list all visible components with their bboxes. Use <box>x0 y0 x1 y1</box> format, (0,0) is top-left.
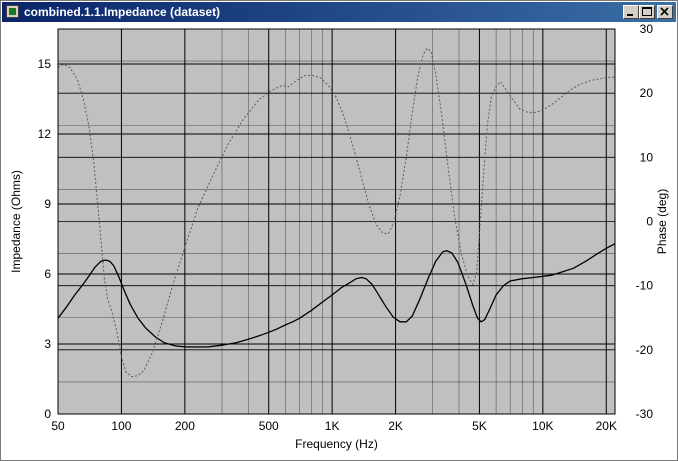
y2-axis-label: Phase (deg) <box>655 189 669 254</box>
minimize-icon <box>627 14 633 16</box>
y2-tick-label: 0 <box>646 215 653 229</box>
y-tick-label: 9 <box>44 197 51 211</box>
x-tick-label: 20K <box>596 419 617 433</box>
y-tick-label: 15 <box>38 57 52 71</box>
x-tick-label: 50 <box>51 419 65 433</box>
y-axis-label: Impedance (Ohms) <box>9 170 23 273</box>
x-tick-label: 1K <box>325 419 340 433</box>
x-axis-label: Frequency (Hz) <box>295 437 378 451</box>
x-tick-label: 2K <box>388 419 403 433</box>
y2-tick-label: 30 <box>640 22 654 36</box>
y2-tick-label: 10 <box>640 150 654 164</box>
y-tick-label: 0 <box>44 407 51 421</box>
chart-window-icon[interactable] <box>6 5 19 18</box>
window-title: combined.1.1.Impedance (dataset) <box>24 5 221 19</box>
maximize-button[interactable] <box>639 5 655 19</box>
y2-tick-label: -30 <box>636 407 654 421</box>
y2-tick-label: -20 <box>636 343 654 357</box>
y2-tick-label: -10 <box>636 279 654 293</box>
maximize-icon <box>642 7 652 16</box>
x-tick-label: 500 <box>259 419 279 433</box>
y-tick-label: 3 <box>44 337 51 351</box>
close-icon <box>660 7 669 16</box>
x-tick-label: 5K <box>472 419 487 433</box>
title-bar[interactable]: combined.1.1.Impedance (dataset) <box>2 2 676 22</box>
y-tick-label: 12 <box>38 127 52 141</box>
x-tick-label: 100 <box>111 419 131 433</box>
close-button[interactable] <box>657 5 673 19</box>
y2-tick-label: 20 <box>640 86 654 100</box>
impedance-window: combined.1.1.Impedance (dataset) 50 100 20… <box>0 0 678 461</box>
x-tick-label: 10K <box>532 419 553 433</box>
minimize-button[interactable] <box>623 5 639 19</box>
impedance-chart: 50 100 200 500 1K 2K 5K 10K 20K03691215-30-20-10… <box>9 22 669 451</box>
x-tick-label: 200 <box>175 419 195 433</box>
y-tick-label: 6 <box>44 267 51 281</box>
